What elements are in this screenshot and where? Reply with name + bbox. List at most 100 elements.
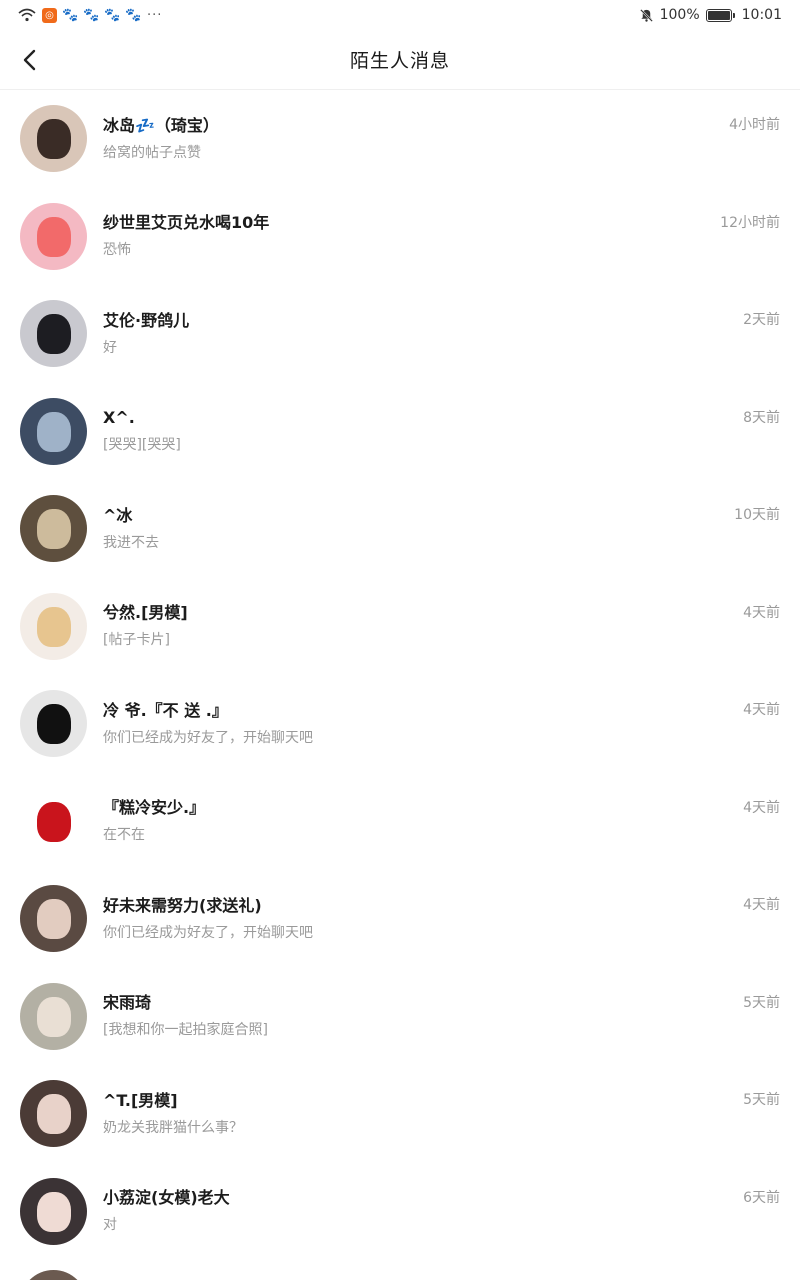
message-preview: 你们已经成为好友了，开始聊天吧 [103,729,313,746]
avatar[interactable] [20,1080,87,1148]
contact-name: 小荔淀(女模)老大 [103,1188,230,1208]
conversation-text: 冰岛💤（琦宝） 给窝的帖子点赞 [103,115,800,163]
header-bar: 陌生人消息 [0,30,800,90]
battery-icon [705,8,735,22]
contact-name: 兮然.[男模] [103,603,188,623]
conversation-item[interactable]: 纱世里艾页兑水喝10年 恐怖 12小时前 [0,188,800,286]
message-time: 4小时前 [729,117,780,133]
contact-name: 宋雨琦 [103,993,152,1013]
avatar-figure [37,899,71,940]
avatar[interactable] [20,105,87,173]
message-preview: 你们已经成为好友了，开始聊天吧 [103,924,313,941]
avatar-figure [37,509,71,550]
paw-icon: 🐾 [83,7,100,23]
avatar-figure [37,606,71,647]
back-button[interactable] [14,44,46,76]
message-time: 10天前 [734,507,780,523]
avatar[interactable] [20,982,87,1050]
paw-icon: 🐾 [125,7,142,23]
avatar-figure [37,411,71,452]
message-preview: 恐怖 [103,242,131,259]
conversation-item[interactable]: 艾伦·野鸽儿好 2天前 [0,285,800,383]
conversation-text: 好未来需努力(求送礼) 你们已经成为好友了，开始聊天吧 [103,895,800,943]
conversation-text: 小荔淀(女模)老大对 [103,1187,800,1235]
avatar[interactable] [20,495,87,563]
message-time: 4天前 [743,897,780,913]
contact-name: 纱世里艾页兑水喝10年 [103,213,270,233]
avatar [20,1270,87,1280]
avatar[interactable] [20,885,87,953]
avatar[interactable] [20,397,87,465]
message-time: 4天前 [743,799,780,816]
conversation-text: ^T.[男模] 奶龙关我胖猫什么事？ [103,1090,800,1138]
avatar[interactable] [20,1177,87,1245]
wifi-icon [18,8,36,22]
message-time: 5天前 [743,994,780,1011]
message-preview: 在不在 [103,827,145,844]
clock: 10:01 [741,7,782,23]
contact-name: 『糕冷安少.』 [103,798,206,818]
paw-icon: 🐾 [62,7,79,23]
message-time: 2天前 [743,312,780,328]
conversation-item[interactable]: 兮然.[男模] [帖子卡片] 4天前 [0,578,800,676]
paw-icon: 🐾 [104,7,121,23]
message-time: 8天前 [743,409,780,426]
avatar-figure [37,314,71,355]
message-time: 5天前 [743,1092,780,1108]
avatar-figure [37,996,71,1037]
conversation-item[interactable]: 冷 爷.『不 送 .』 你们已经成为好友了，开始聊天吧 4天前 [0,675,800,773]
page-title: 陌生人消息 [349,50,450,72]
message-time: 4天前 [743,702,780,718]
contact-name: ^T.[男模] [103,1090,178,1110]
battery-percent: 100% [659,7,700,23]
conversation-item[interactable]: 『糕冷安少.』 在不在 4天前 [0,773,800,871]
message-preview: 好 [103,339,117,356]
conversation-text: ^冰 我进不去 [103,505,800,553]
conversation-item[interactable]: 好未来需努力(求送礼) 你们已经成为好友了，开始聊天吧 4天前 [0,870,800,968]
conversation-text: 艾伦·野鸽儿好 [103,310,800,358]
conversation-list: 冰岛💤（琦宝） 给窝的帖子点赞 4小时前 纱世里艾页兑水喝10年 恐怖 12小时前 艾伦·野… [0,90,800,1260]
avatar[interactable] [20,202,87,270]
contact-name: 冰岛💤（琦宝） [103,115,219,135]
conversation-item[interactable]: ^T.[男模] 奶龙关我胖猫什么事？ 5天前 [0,1065,800,1163]
avatar[interactable] [20,592,87,660]
message-time: 4天前 [743,604,780,621]
message-time: 12小时前 [720,214,780,231]
message-preview: [我想和你一起拍家庭合照] [103,1022,268,1039]
status-left: ◎ 🐾 🐾 🐾 🐾 ··· [18,7,163,23]
message-time: 6天前 [743,1189,780,1206]
chevron-left-icon [23,49,36,71]
contact-name: ^冰 [103,505,133,525]
avatar-figure [37,119,71,160]
conversation-item[interactable]: X^. [哭哭][哭哭] 8天前 [0,383,800,481]
avatar-figure [37,801,71,842]
conversation-item[interactable]: 冰岛💤（琦宝） 给窝的帖子点赞 4小时前 [0,90,800,188]
conversation-text: 宋雨琦 [我想和你一起拍家庭合照] [103,992,800,1040]
contact-name: 好未来需努力(求送礼) [103,895,262,915]
contact-name: 冷 爷.『不 送 .』 [103,700,228,720]
contact-name: X^. [103,408,135,428]
avatar[interactable] [20,300,87,368]
message-preview: 对 [103,1217,117,1234]
avatar[interactable] [20,787,87,855]
conversation-text: 兮然.[男模] [帖子卡片] [103,602,800,650]
conversation-item[interactable]: 宋雨琦 [我想和你一起拍家庭合照] 5天前 [0,968,800,1066]
conversation-item[interactable]: 小荔淀(女模)老大对 6天前 [0,1163,800,1261]
conversation-text: X^. [哭哭][哭哭] [103,407,800,455]
contact-name: 艾伦·野鸽儿 [103,310,190,330]
avatar-figure [37,704,71,745]
more-dots-icon: ··· [147,7,163,23]
orange-app-icon: ◎ [42,7,57,23]
avatar-figure [37,216,71,257]
avatar-figure [37,1094,71,1135]
message-preview: [哭哭][哭哭] [103,437,181,454]
avatar-figure [37,1191,71,1232]
message-preview: 奶龙关我胖猫什么事？ [103,1119,243,1136]
conversation-text: 冷 爷.『不 送 .』你们已经成为好友了，开始聊天吧 [103,700,800,748]
conversation-item[interactable]: ^冰 我进不去 10天前 [0,480,800,578]
message-preview: [帖子卡片] [103,632,170,649]
status-bar: ◎ 🐾 🐾 🐾 🐾 ··· 100% 10:01 [0,0,800,30]
status-right: 100% 10:01 [639,7,782,23]
conversation-text: 纱世里艾页兑水喝10年 恐怖 [103,212,800,260]
avatar[interactable] [20,690,87,758]
